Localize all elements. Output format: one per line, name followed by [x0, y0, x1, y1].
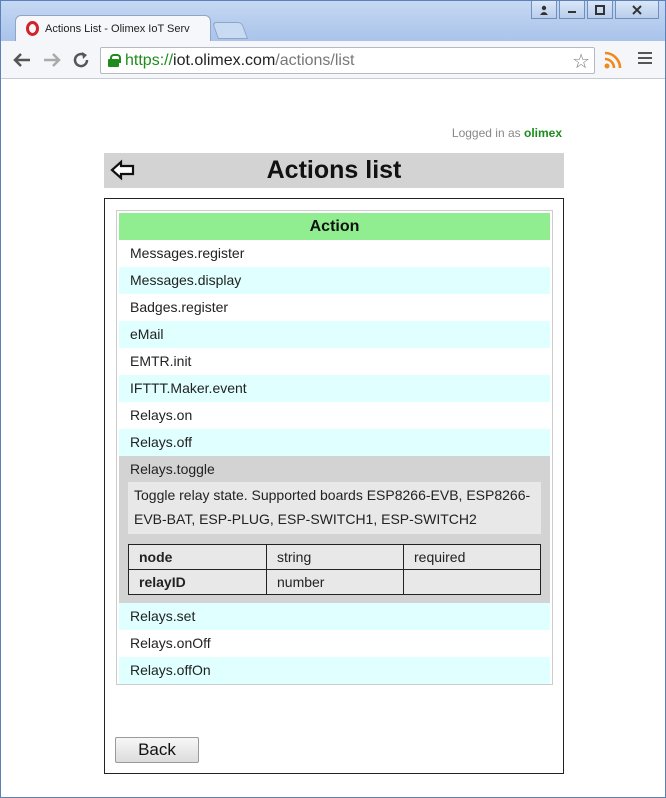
param-name: relayID	[128, 569, 267, 595]
table-row[interactable]: IFTTT.Maker.event	[119, 375, 550, 402]
table-row[interactable]: Relays.onOff	[119, 630, 550, 657]
browser-window: Actions List - Olimex IoT Serv https://i…	[0, 0, 666, 798]
rss-icon[interactable]	[604, 51, 622, 69]
browser-tab[interactable]: Actions List - Olimex IoT Serv	[15, 15, 211, 42]
user-icon[interactable]	[531, 1, 557, 19]
back-arrow-icon[interactable]	[11, 49, 33, 71]
window-controls	[531, 1, 659, 19]
table-row[interactable]: Relays.on	[119, 402, 550, 429]
column-header-action: Action	[119, 213, 550, 240]
rows-after: Relays.set Relays.onOff Relays.offOn	[117, 603, 552, 684]
address-bar[interactable]: https://iot.olimex.com/actions/list ☆	[100, 47, 595, 74]
star-icon[interactable]: ☆	[572, 49, 590, 74]
page-title: Actions list	[266, 156, 402, 184]
table-row[interactable]: Relays.offOn	[119, 657, 550, 684]
page-header: Actions list	[104, 153, 564, 188]
maximize-icon[interactable]	[587, 1, 613, 19]
table-row[interactable]: Messages.display	[119, 267, 550, 294]
login-status: Logged in as olimex	[451, 126, 562, 140]
actions-panel: Action Messages.register Messages.display…	[104, 198, 564, 774]
action-description: Toggle relay state. Supported boards ESP…	[128, 482, 541, 534]
title-bar: Actions List - Olimex IoT Serv	[1, 1, 665, 42]
table-row[interactable]: Badges.register	[119, 294, 550, 321]
table-row[interactable]: Messages.register	[119, 240, 550, 267]
param-name: node	[128, 544, 267, 570]
expanded-action[interactable]: Relays.toggle Toggle relay state. Suppor…	[119, 456, 550, 603]
forward-arrow-icon[interactable]	[41, 49, 63, 71]
tab-title: Actions List - Olimex IoT Serv	[45, 22, 190, 35]
expanded-action-name[interactable]: Relays.toggle	[128, 456, 541, 482]
browser-toolbar: https://iot.olimex.com/actions/list ☆	[1, 41, 665, 79]
table-row[interactable]: eMail	[119, 321, 550, 348]
back-button[interactable]: Back	[115, 737, 199, 763]
url-text: https://iot.olimex.com/actions/list	[125, 52, 355, 69]
param-required: required	[403, 544, 541, 570]
menu-icon[interactable]	[638, 52, 652, 66]
table-row[interactable]: Relays.off	[119, 429, 550, 456]
minimize-icon[interactable]	[559, 1, 585, 19]
close-icon[interactable]	[615, 1, 659, 19]
param-type: number	[266, 569, 404, 595]
table-row[interactable]: Relays.set	[119, 603, 550, 630]
reload-icon[interactable]	[70, 49, 92, 71]
rows-before: Messages.register Messages.display Badges.…	[117, 240, 552, 456]
param-required	[403, 569, 541, 595]
table-row[interactable]: EMTR.init	[119, 348, 550, 375]
lock-icon	[108, 54, 121, 67]
params-table: node string required relayID number	[128, 544, 541, 595]
username[interactable]: olimex	[524, 126, 562, 140]
param-type: string	[266, 544, 404, 570]
param-row: node string required	[128, 544, 541, 570]
actions-table: Action Messages.register Messages.display…	[116, 210, 553, 685]
opera-logo-icon	[26, 21, 39, 36]
param-row: relayID number	[128, 569, 541, 595]
back-page-arrow-icon[interactable]	[110, 159, 136, 181]
new-tab-button[interactable]	[211, 22, 249, 39]
